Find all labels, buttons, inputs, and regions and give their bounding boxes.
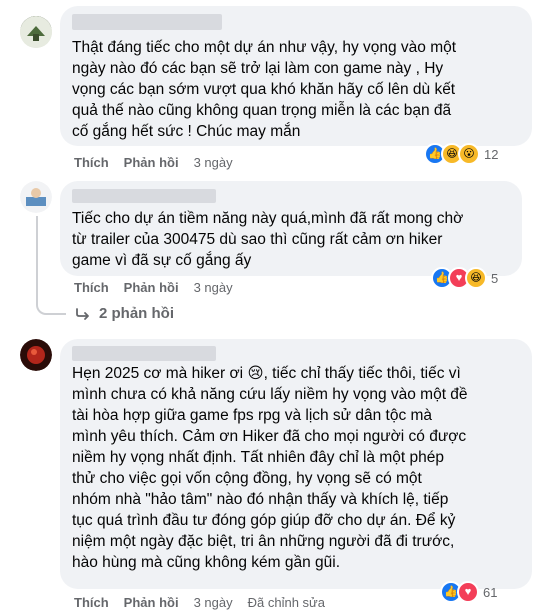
comment-text: Thật đáng tiếc cho một dự án như vậy, hy… xyxy=(72,39,457,140)
comment-bubble: Tiếc cho dự án tiềm năng này quá,mình đã… xyxy=(60,181,522,276)
view-replies-link[interactable]: 2 phản hồi xyxy=(75,305,174,322)
reply-button[interactable]: Phản hồi xyxy=(124,280,179,295)
replies-count-label[interactable]: 2 phản hồi xyxy=(99,305,174,322)
reaction-count: 61 xyxy=(483,584,498,600)
reply-button[interactable]: Phản hồi xyxy=(124,595,179,610)
avatar-image-icon xyxy=(20,181,52,213)
comment-bubble: Thật đáng tiếc cho một dự án như vậy, hy… xyxy=(60,6,532,146)
commenter-name[interactable] xyxy=(72,189,216,203)
wow-icon: 😮 xyxy=(458,143,480,165)
reaction-summary[interactable]: 👍 😆 😮 12 xyxy=(424,143,498,165)
avatar[interactable] xyxy=(20,339,52,371)
heart-icon: ♥ xyxy=(457,581,479,603)
comment-bubble: Hẹn 2025 cơ mà hiker ơi 😢, tiếc chỉ thấy… xyxy=(60,339,532,589)
comment-timestamp[interactable]: 3 ngày xyxy=(194,280,233,295)
commenter-name[interactable] xyxy=(72,346,216,361)
reaction-summary[interactable]: 👍 ♥ 😆 5 xyxy=(431,267,498,289)
like-button[interactable]: Thích xyxy=(74,155,109,170)
comment-actions: Thích Phản hồi 3 ngày xyxy=(74,155,233,170)
avatar-image-icon xyxy=(20,339,52,371)
reply-thread-line xyxy=(36,216,66,315)
like-button[interactable]: Thích xyxy=(74,280,109,295)
haha-icon: 😆 xyxy=(465,267,487,289)
commenter-name[interactable] xyxy=(72,14,222,30)
avatar[interactable] xyxy=(20,16,52,48)
reply-arrow-icon xyxy=(76,307,89,320)
reaction-count: 12 xyxy=(484,146,499,162)
comment-text: Tiếc cho dự án tiềm năng này quá,mình đã… xyxy=(72,210,464,269)
comment-actions: Thích Phản hồi 3 ngày Đã chỉnh sửa xyxy=(74,595,325,610)
reaction-count: 5 xyxy=(491,270,499,286)
reply-button[interactable]: Phản hồi xyxy=(124,155,179,170)
comment-actions: Thích Phản hồi 3 ngày xyxy=(74,280,233,295)
comment-timestamp[interactable]: 3 ngày xyxy=(194,595,233,610)
avatar[interactable] xyxy=(20,181,52,213)
reaction-summary[interactable]: 👍 ♥ 61 xyxy=(440,581,497,603)
comment-timestamp[interactable]: 3 ngày xyxy=(194,155,233,170)
comment-text: Hẹn 2025 cơ mà hiker ơi 😢, tiếc chỉ thấy… xyxy=(72,365,468,571)
edited-label: Đã chỉnh sửa xyxy=(247,595,325,610)
like-button[interactable]: Thích xyxy=(74,595,109,610)
avatar-image-icon xyxy=(20,16,52,48)
